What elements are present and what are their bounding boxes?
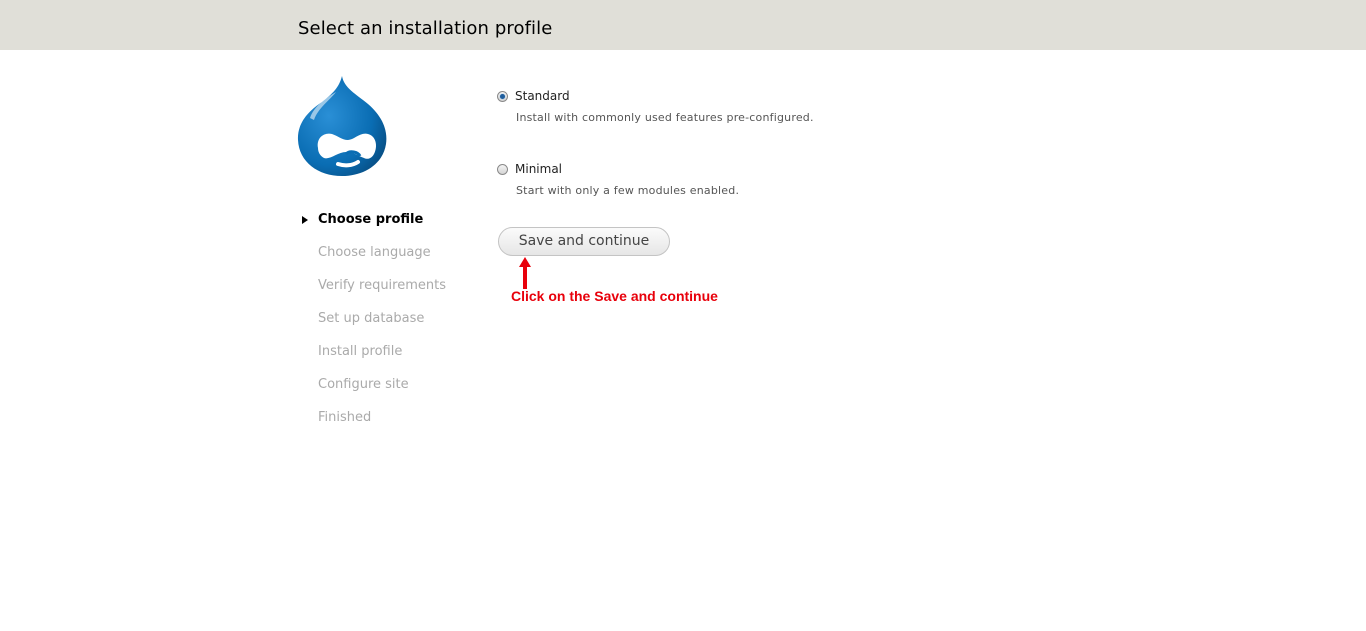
standard-label[interactable]: Standard [515, 89, 570, 103]
annotation-arrow-icon [519, 257, 531, 289]
step-label: Verify requirements [318, 278, 447, 293]
step-label: Finished [318, 410, 372, 425]
step-label: Set up database [318, 311, 425, 326]
step-label: Choose language [318, 245, 431, 260]
step-configure-site: Configure site [300, 376, 446, 409]
step-label: Choose profile [318, 212, 424, 227]
step-choose-language: Choose language [300, 244, 446, 277]
minimal-description: Start with only a few modules enabled. [516, 184, 740, 197]
step-label: Configure site [318, 377, 409, 392]
step-verify-requirements: Verify requirements [300, 277, 446, 310]
install-steps: Choose profile Choose language Verify re… [300, 211, 446, 442]
step-install-profile: Install profile [300, 343, 446, 376]
current-step-arrow-icon [302, 216, 308, 224]
annotation-text: Click on the Save and continue [511, 288, 718, 304]
standard-radio[interactable] [497, 91, 508, 102]
page-header: Select an installation profile [0, 0, 1366, 50]
step-set-up-database: Set up database [300, 310, 446, 343]
standard-description: Install with commonly used features pre-… [516, 111, 814, 124]
save-and-continue-button[interactable]: Save and continue [498, 227, 670, 256]
minimal-label[interactable]: Minimal [515, 162, 562, 176]
drupal-logo-icon [297, 76, 387, 176]
step-finished: Finished [300, 409, 446, 442]
minimal-radio[interactable] [497, 164, 508, 175]
page-title: Select an installation profile [298, 18, 553, 39]
step-choose-profile: Choose profile [300, 211, 446, 244]
step-label: Install profile [318, 344, 403, 359]
